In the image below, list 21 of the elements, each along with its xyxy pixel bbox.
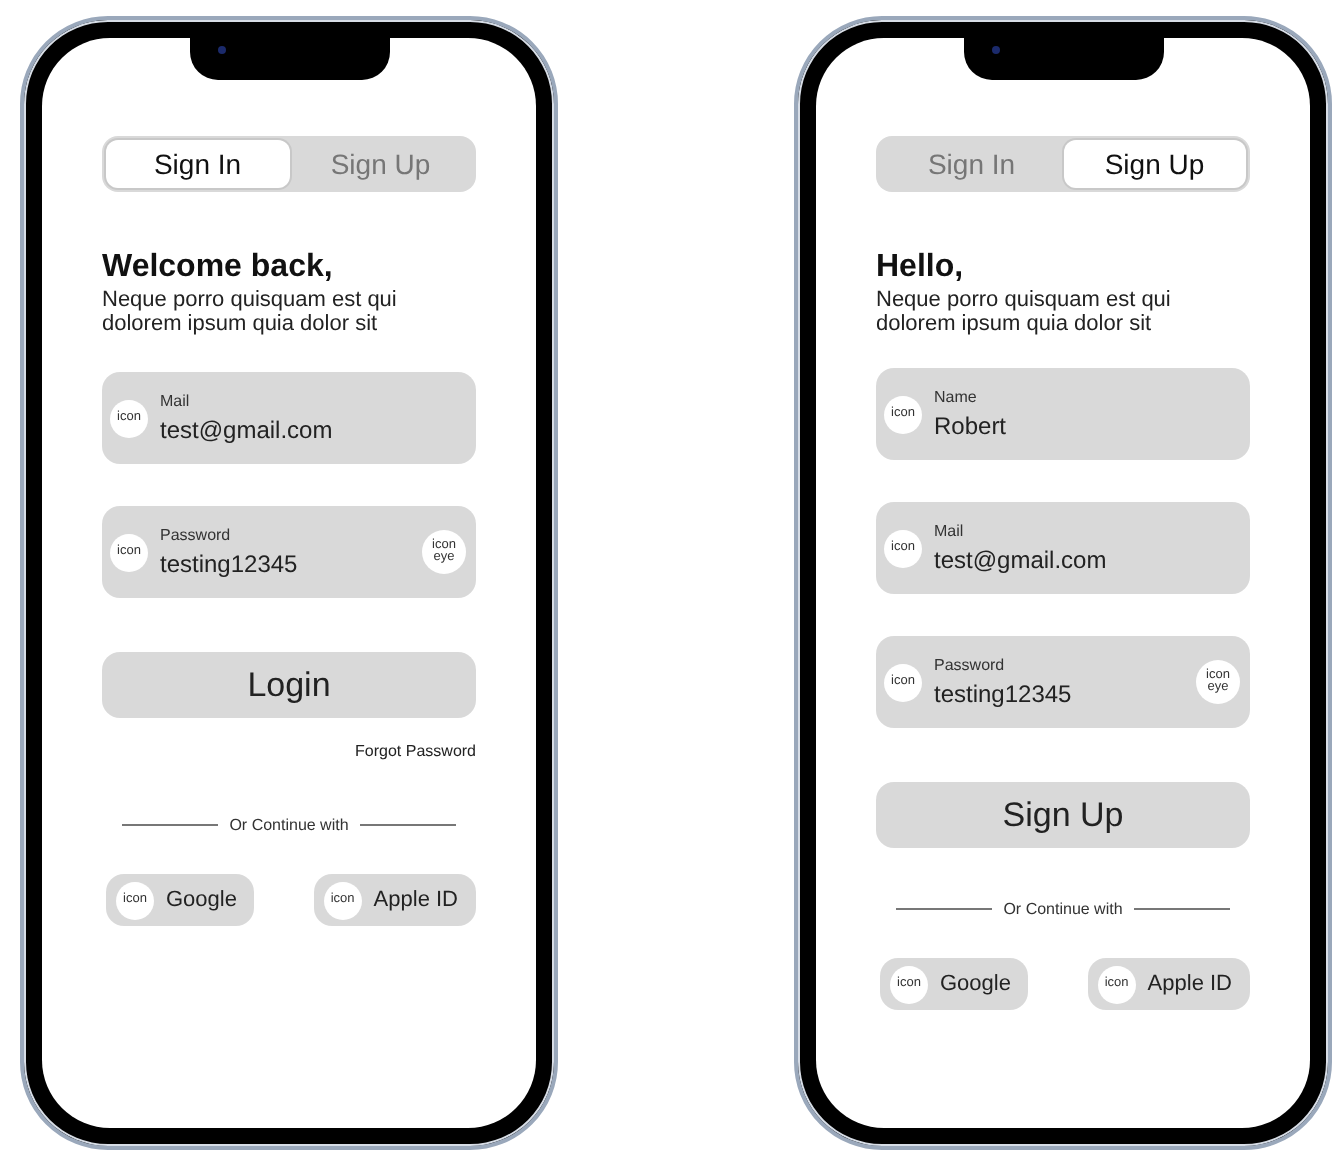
primary-button[interactable]: Login [102, 652, 476, 718]
forgot-password-link[interactable]: Forgot Password [355, 742, 476, 760]
field-label: Mail [934, 522, 966, 540]
subtitle: Neque porro quisquam est qui dolorem ipsum quia dolor sit [102, 288, 399, 336]
field-label: Password [160, 526, 233, 544]
field-value: test@gmail.com [160, 416, 335, 444]
divider-text: Or Continue with [229, 816, 349, 834]
tab[interactable]: Sign In [106, 140, 289, 188]
field-value: testing12345 [934, 680, 1074, 708]
field-label: Name [934, 388, 979, 406]
tab[interactable]: Sign Up [1063, 140, 1246, 188]
heading: Welcome back, [102, 250, 335, 286]
field-label: Mail [160, 392, 192, 410]
field-label: Password [934, 656, 1007, 674]
heading: Hello, [876, 250, 966, 286]
field-value: test@gmail.com [934, 546, 1109, 574]
field-value: Robert [934, 412, 1009, 440]
primary-button[interactable]: Sign Up [876, 782, 1250, 848]
field-value: testing12345 [160, 550, 300, 578]
subtitle: Neque porro quisquam est qui dolorem ipsum quia dolor sit [876, 288, 1173, 336]
divider-text: Or Continue with [1003, 900, 1123, 918]
